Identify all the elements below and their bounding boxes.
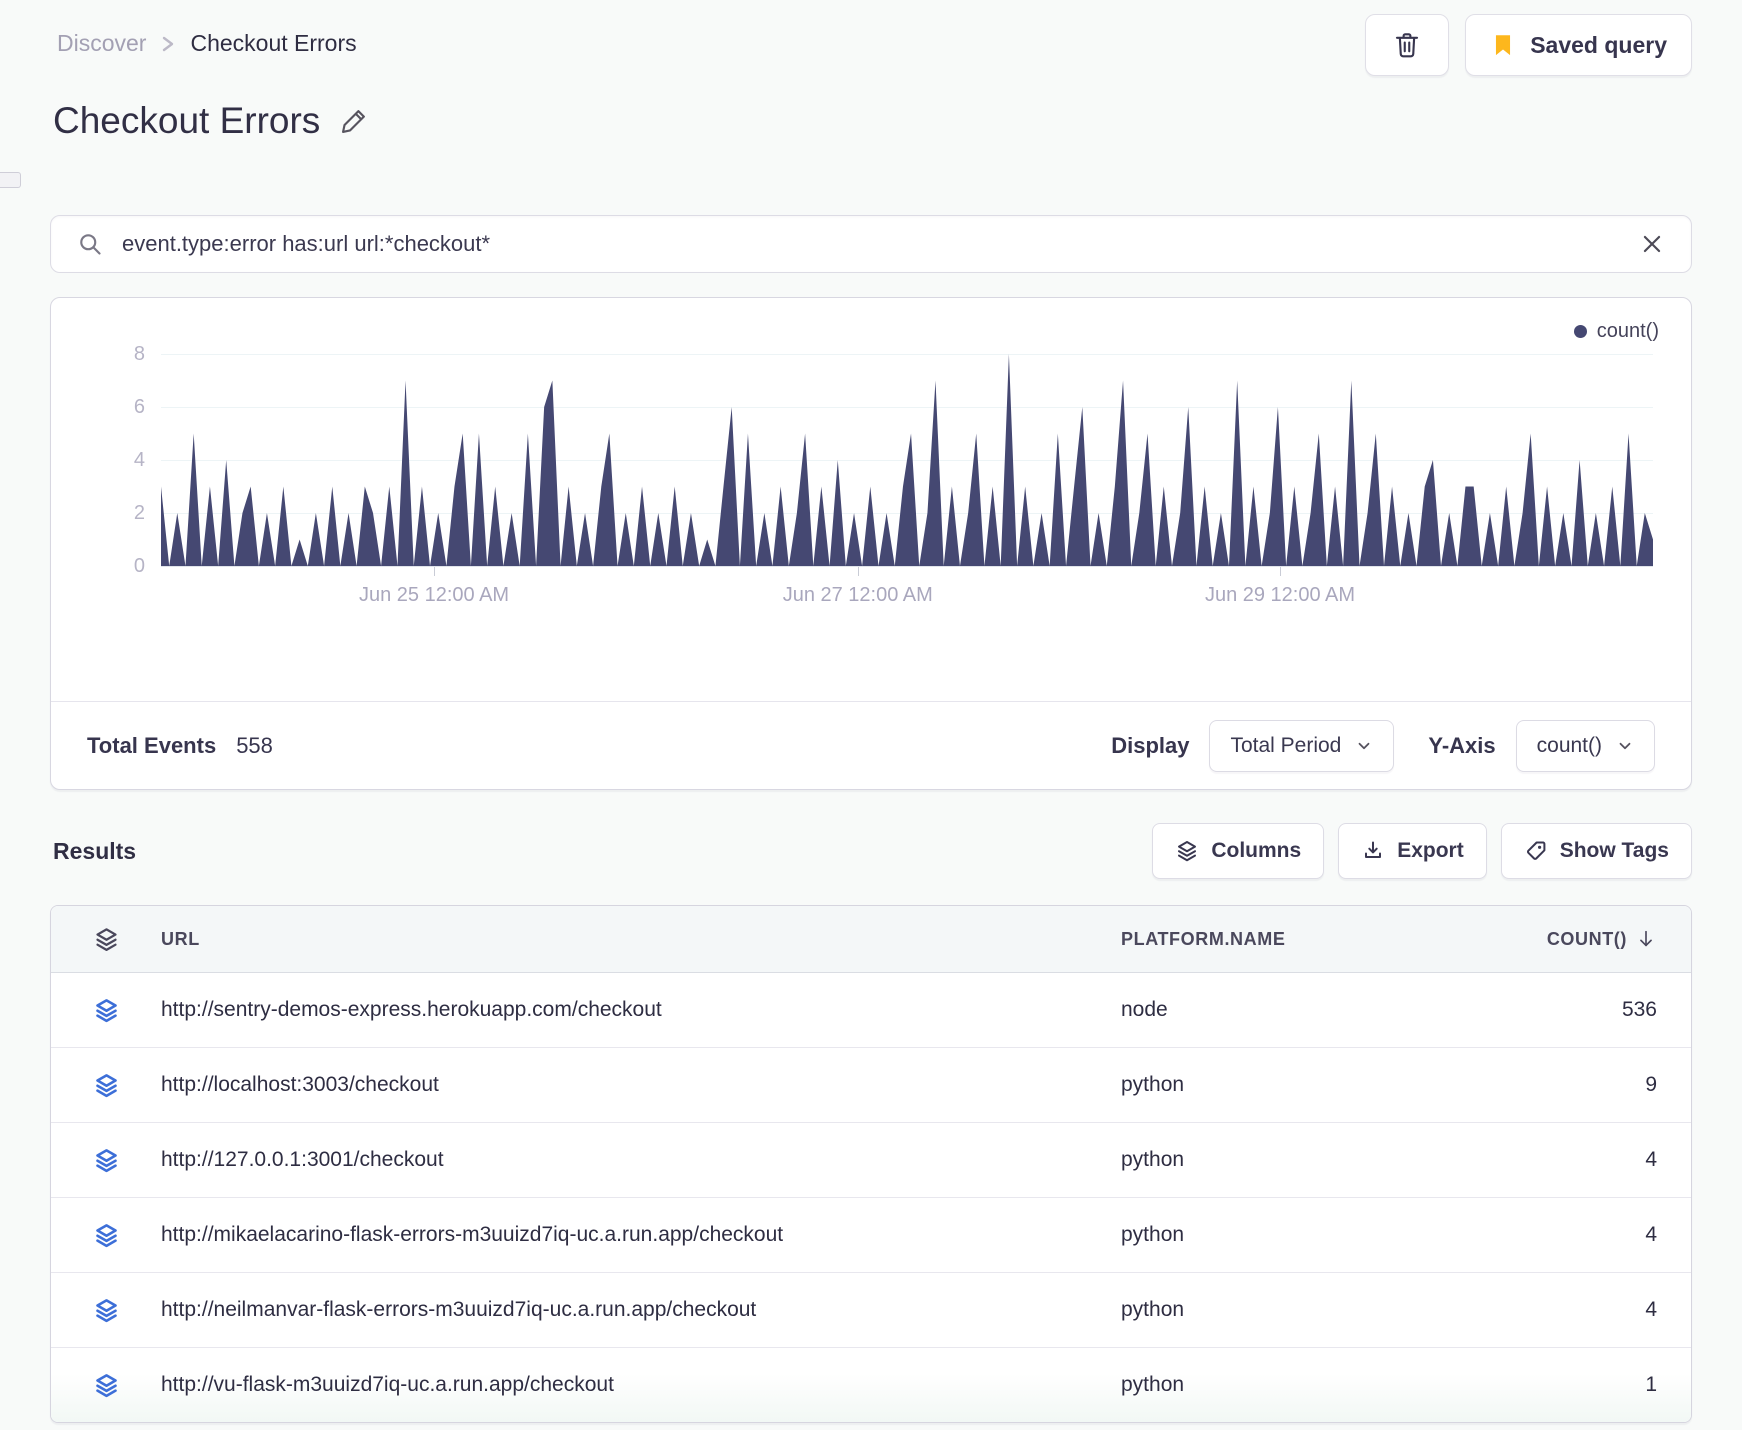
count-series-area [161, 354, 1653, 566]
header-actions: Saved query [1365, 14, 1692, 76]
stack-icon[interactable] [93, 1072, 120, 1099]
chevron-right-icon [163, 36, 174, 51]
stack-icon[interactable] [93, 997, 120, 1024]
stack-icon[interactable] [93, 1372, 120, 1399]
count-cell: 536 [1621, 998, 1657, 1021]
breadcrumb: Discover Checkout Errors [57, 30, 357, 57]
saved-query-button[interactable]: Saved query [1465, 14, 1692, 76]
chart-plot[interactable]: 0 2 4 6 8 Jun 25 12:00 AM Jun 27 12:00 AM Jun … [134, 343, 1653, 606]
url-cell[interactable]: http://mikaelacarino-flask-errors-m3uuiz… [161, 1223, 1121, 1247]
url-cell[interactable]: http://neilmanvar-flask-errors-m3uuizd7i… [161, 1298, 1121, 1322]
show-tags-button[interactable]: Show Tags [1500, 823, 1692, 879]
chevron-down-icon [1619, 742, 1631, 749]
x-axis: Jun 25 12:00 AM Jun 27 12:00 AM Jun 29 12:… [161, 566, 1653, 626]
chart-footer: Total Events 558 Display Total Period Y-… [51, 702, 1691, 789]
count-cell: 4 [1645, 1223, 1657, 1246]
stack-icon[interactable] [93, 1147, 120, 1174]
total-events-value: 558 [236, 732, 273, 758]
url-cell[interactable]: http://vu-flask-m3uuizd7iq-uc.a.run.app/… [161, 1373, 1121, 1397]
table-row[interactable]: http://localhost:3003/checkout python 9 [51, 1048, 1691, 1123]
search-input[interactable] [122, 231, 1621, 257]
legend-label: count() [1596, 320, 1659, 342]
x-tick-label: Jun 29 12:00 AM [1204, 584, 1356, 606]
y-tick-label: 6 [133, 396, 145, 418]
sort-desc-icon [1640, 930, 1652, 947]
display-label: Display [1111, 732, 1190, 758]
column-header-url[interactable]: URL [161, 929, 1121, 950]
platform-cell: python [1121, 1073, 1185, 1096]
export-button[interactable]: Export [1338, 823, 1487, 879]
count-cell: 9 [1645, 1073, 1657, 1096]
show-tags-button-label: Show Tags [1559, 839, 1669, 862]
table-row[interactable]: http://127.0.0.1:3001/checkout python 4 [51, 1123, 1691, 1198]
breadcrumb-discover-link[interactable]: Discover [57, 30, 146, 57]
yaxis-select[interactable]: count() [1515, 719, 1655, 772]
sidebar-handle[interactable] [0, 172, 21, 188]
clear-search-icon[interactable] [1639, 231, 1665, 257]
platform-cell: node [1121, 998, 1168, 1021]
count-cell: 1 [1645, 1373, 1657, 1396]
x-tick [1280, 567, 1281, 576]
platform-cell: python [1121, 1148, 1185, 1171]
column-header-platform[interactable]: PLATFORM.NAME [1121, 929, 1541, 950]
display-select-value: Total Period [1230, 733, 1342, 757]
breadcrumb-current: Checkout Errors [190, 30, 357, 56]
url-cell[interactable]: http://sentry-demos-express.herokuapp.co… [161, 998, 1121, 1022]
results-actions: Columns Export Show Tags [1152, 823, 1692, 879]
platform-cell: python [1121, 1373, 1185, 1396]
count-header-label: COUNT() [1546, 928, 1627, 949]
yaxis-label: Y-Axis [1428, 732, 1496, 758]
export-button-label: Export [1397, 839, 1464, 862]
stack-icon[interactable] [93, 1297, 120, 1324]
edit-title-icon[interactable] [338, 105, 370, 137]
trash-icon [1396, 33, 1419, 58]
platform-cell: python [1121, 1298, 1185, 1321]
table-header-row: URL PLATFORM.NAME COUNT() [51, 906, 1691, 973]
count-cell: 4 [1645, 1298, 1657, 1321]
chart-legend-item[interactable]: count() [1573, 320, 1659, 343]
column-header-count[interactable]: COUNT() [1541, 928, 1691, 950]
x-tick-label: Jun 25 12:00 AM [358, 584, 510, 606]
chart-panel: count() 0 2 4 6 8 Jun 25 12:00 AM Jun 27 12:0… [50, 297, 1692, 790]
stack-icon [96, 927, 117, 951]
table-row[interactable]: http://sentry-demos-express.herokuapp.co… [51, 973, 1691, 1048]
table-row[interactable]: http://vu-flask-m3uuizd7iq-uc.a.run.app/… [51, 1348, 1691, 1422]
url-cell[interactable]: http://127.0.0.1:3001/checkout [161, 1148, 1121, 1172]
results-table: URL PLATFORM.NAME COUNT() http://sentry-… [50, 905, 1692, 1423]
bookmark-icon [1496, 35, 1511, 56]
yaxis-select-value: count() [1536, 733, 1602, 757]
download-icon [1365, 841, 1382, 858]
stack-icon [1178, 841, 1197, 862]
chart-area-svg [161, 354, 1653, 566]
delete-query-button[interactable] [1365, 14, 1450, 76]
table-row[interactable]: http://mikaelacarino-flask-errors-m3uuiz… [51, 1198, 1691, 1273]
table-row[interactable]: http://neilmanvar-flask-errors-m3uuizd7i… [51, 1273, 1691, 1348]
y-tick-label: 8 [133, 343, 145, 365]
tag-icon [1526, 841, 1546, 860]
columns-button[interactable]: Columns [1152, 823, 1325, 879]
y-tick-label: 4 [133, 449, 145, 471]
display-select[interactable]: Total Period [1209, 719, 1395, 772]
chevron-down-icon [1358, 742, 1370, 749]
platform-cell: python [1121, 1223, 1185, 1246]
x-tick [434, 567, 436, 576]
y-tick-label: 2 [133, 502, 145, 524]
stack-icon[interactable] [93, 1222, 120, 1249]
url-cell[interactable]: http://localhost:3003/checkout [161, 1073, 1121, 1097]
legend-dot [1573, 325, 1587, 338]
x-tick-label: Jun 27 12:00 AM [782, 584, 933, 606]
search-icon [80, 233, 101, 255]
page-title: Checkout Errors [53, 100, 321, 141]
x-tick [857, 567, 859, 576]
search-bar[interactable] [50, 215, 1692, 273]
total-events-label: Total Events [87, 732, 217, 758]
y-tick-label: 0 [133, 555, 145, 577]
columns-button-label: Columns [1211, 839, 1302, 862]
saved-query-label: Saved query [1530, 31, 1667, 58]
count-cell: 4 [1645, 1148, 1657, 1171]
results-heading: Results [53, 838, 137, 864]
